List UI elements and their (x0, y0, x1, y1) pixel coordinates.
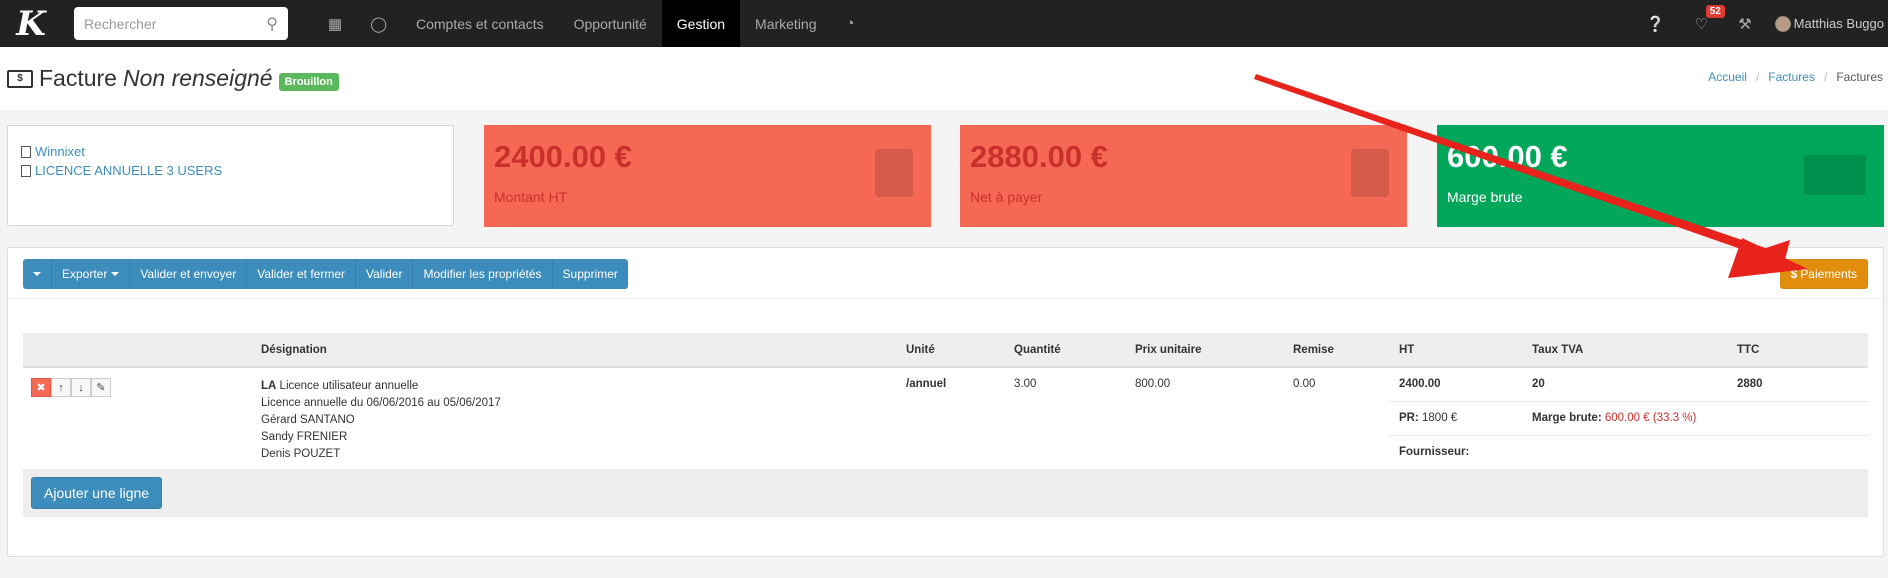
delete-button[interactable]: Supprimer (552, 259, 628, 289)
info-box: Winnixet LICENCE ANNUELLE 3 USERS (7, 125, 454, 226)
search-icon[interactable]: ⚲ (266, 14, 278, 34)
title-text: Facture (39, 65, 117, 91)
validate-button[interactable]: Valider (356, 259, 414, 289)
move-down-icon[interactable]: ↓ (71, 378, 91, 397)
edit-icon[interactable]: ✎ (91, 378, 111, 397)
dollar-icon: $ (1790, 267, 1798, 281)
notification-count: 52 (1705, 5, 1725, 18)
money-icon (1804, 155, 1866, 195)
breadcrumb-factures[interactable]: Factures (1768, 70, 1815, 84)
nav-marketing[interactable]: Marketing (740, 0, 831, 47)
ht-cell: 2400.00 (1389, 367, 1522, 402)
quantity-cell: 3.00 (1014, 378, 1037, 390)
nav-comptes[interactable]: Comptes et contacts (401, 0, 559, 47)
help-icon[interactable]: ❔ (1631, 0, 1680, 47)
unit-price-cell: 800.00 (1135, 378, 1171, 390)
user-name: Matthias Buggo (1793, 16, 1884, 31)
search-box[interactable]: ⚲ (74, 7, 288, 40)
edit-properties-button[interactable]: Modifier les propriétés (413, 259, 553, 289)
breadcrumb: Accueil / Factures / Factures (1708, 70, 1883, 84)
ttc-cell: 2880 (1727, 367, 1868, 402)
action-toolbar: Exporter Valider et envoyer Valider et f… (23, 259, 628, 289)
stat-marge-brute: 600.00 € Marge brute (1437, 125, 1884, 227)
nav-opportunite[interactable]: Opportunité (559, 0, 662, 47)
pr-cell: PR: 1800 € (1389, 401, 1522, 436)
dashboard-icon[interactable]: ◔ (832, 0, 869, 47)
page-title: $ Facture Non renseigné Brouillon (7, 65, 339, 92)
breadcrumb-accueil[interactable]: Accueil (1708, 70, 1747, 84)
validate-close-button[interactable]: Valider et fermer (247, 259, 357, 289)
stat-net-a-payer: 2880.00 € Net à payer (960, 125, 1407, 227)
payments-button[interactable]: $ Paiements (1779, 259, 1868, 289)
designation-cell: LA Licence utilisateur annuelle Licence … (261, 380, 501, 460)
status-badge: Brouillon (278, 72, 339, 91)
margin-cell: Marge brute: 600.00 € (33.3 %) (1522, 401, 1868, 436)
dropdown-toggle[interactable] (23, 259, 52, 289)
supplier-cell: Fournisseur: (1399, 445, 1470, 458)
lightbulb-icon[interactable]: ◯ (356, 0, 401, 47)
nav-gestion[interactable]: Gestion (661, 0, 741, 47)
move-up-icon[interactable]: ↑ (51, 378, 71, 397)
stat-montant-ht: 2400.00 € Montant HT (484, 125, 931, 227)
calendar-icon[interactable]: ▦ (314, 0, 356, 47)
avatar (1774, 15, 1791, 32)
file-icon (1351, 149, 1389, 197)
invoice-lines-table: Désignation Unité Quantité Prix unitaire… (23, 333, 1868, 517)
invoice-panel: Exporter Valider et envoyer Valider et f… (7, 247, 1884, 557)
money-icon: $ (7, 69, 33, 88)
validate-send-button[interactable]: Valider et envoyer (130, 259, 248, 289)
wrench-icon[interactable]: ⚒ (1723, 0, 1766, 47)
company-link[interactable]: Winnixet (21, 144, 440, 159)
search-input[interactable] (84, 15, 267, 32)
top-navbar: K ⚲ ▦ ◯ Comptes et contacts Opportunité … (0, 0, 1888, 47)
export-button[interactable]: Exporter (52, 259, 131, 289)
bell-icon[interactable]: ♡ 52 (1680, 0, 1725, 47)
app-logo[interactable]: K (0, 0, 62, 47)
discount-cell: 0.00 (1293, 378, 1316, 390)
unit-cell: /annuel (906, 378, 947, 390)
product-link[interactable]: LICENCE ANNUELLE 3 USERS (21, 163, 440, 178)
file-icon (875, 149, 913, 197)
user-menu[interactable]: Matthias Buggo (1767, 15, 1884, 32)
row-actions: ✖ ↑ ↓ ✎ (31, 378, 241, 397)
breadcrumb-current: Factures (1836, 70, 1883, 84)
add-line-button[interactable]: Ajouter une ligne (31, 477, 163, 509)
title-subtitle: Non renseigné (122, 65, 273, 91)
page-header: $ Facture Non renseigné Brouillon Accuei… (0, 47, 1888, 110)
book-icon (21, 164, 31, 177)
vat-cell: 20 (1522, 367, 1727, 402)
building-icon (21, 145, 31, 158)
table-row: ✖ ↑ ↓ ✎ LA Licence utilisateur annuelle … (23, 367, 1868, 460)
table-header: Désignation Unité Quantité Prix unitaire… (23, 333, 1868, 368)
delete-row-icon[interactable]: ✖ (31, 378, 51, 397)
